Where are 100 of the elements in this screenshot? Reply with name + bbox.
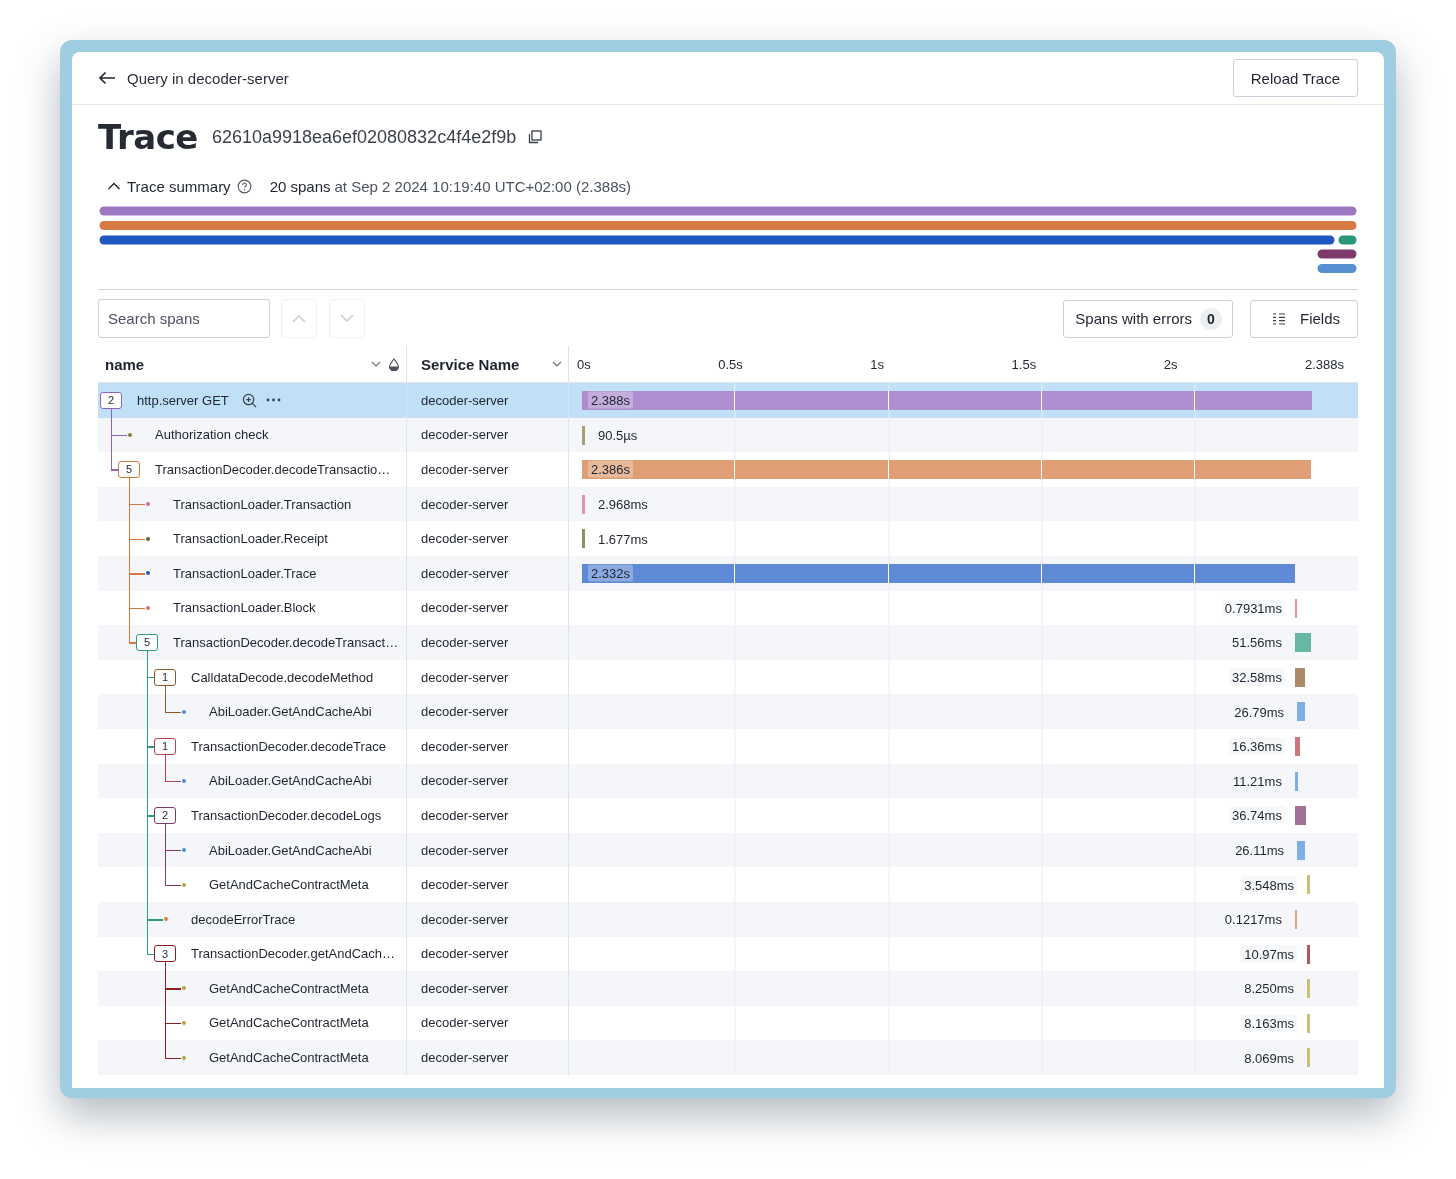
span-name: TransactionDecoder.decodeTransact… — [173, 634, 399, 650]
span-duration: 2.332s — [588, 564, 634, 582]
child-count-badge[interactable]: 3 — [154, 945, 176, 963]
span-bar[interactable] — [582, 529, 585, 549]
span-name: GetAndCacheContractMeta — [209, 1015, 369, 1031]
span-duration: 1.677ms — [597, 530, 649, 548]
span-duration: 36.74ms — [1229, 806, 1285, 824]
span-duration: 10.97ms — [1241, 945, 1298, 963]
span-name: TransactionLoader.Trace — [173, 565, 317, 581]
spans-with-errors-button[interactable]: Spans with errors 0 — [1063, 299, 1233, 338]
trace-id: 62610a9918ea6ef02080832c4f4e2f9b — [211, 126, 517, 148]
span-bar[interactable] — [1294, 736, 1300, 756]
service-name: decoder-server — [421, 392, 509, 408]
reload-trace-button[interactable]: Reload Trace — [1232, 59, 1358, 97]
fields-label: Fields — [1300, 310, 1340, 327]
span-bar[interactable] — [1294, 633, 1311, 653]
service-name: decoder-server — [421, 462, 509, 477]
span-duration: 3.548ms — [1241, 876, 1298, 894]
span-name: AbiLoader.GetAndCacheAbi — [209, 842, 372, 858]
time-axis-tick: 1s — [870, 356, 885, 372]
span-bar[interactable] — [582, 460, 1312, 480]
service-name: decoder-server — [421, 634, 509, 650]
span-name: GetAndCacheContractMeta — [209, 877, 369, 893]
child-count-badge[interactable]: 1 — [154, 737, 176, 755]
span-duration: 2.968ms — [597, 495, 649, 513]
span-name: TransactionLoader.Block — [173, 600, 316, 616]
chevron-down-icon[interactable] — [371, 360, 381, 368]
span-bar[interactable] — [1307, 944, 1311, 964]
span-bar[interactable] — [1297, 702, 1306, 722]
span-bar[interactable] — [582, 563, 1295, 583]
service-name: decoder-server — [421, 842, 509, 858]
chevron-up-icon — [292, 314, 306, 323]
child-count-badge[interactable]: 2 — [154, 806, 176, 824]
span-duration: 16.36ms — [1229, 737, 1285, 755]
errors-label: Spans with errors — [1075, 310, 1192, 327]
back-link[interactable]: Query in decoder-server — [127, 69, 289, 87]
chevron-icon[interactable] — [107, 181, 121, 191]
child-count-badge[interactable]: 5 — [118, 461, 140, 478]
fields-button[interactable]: Fields — [1250, 299, 1358, 338]
service-name: decoder-server — [421, 600, 509, 616]
span-duration: 32.58ms — [1229, 668, 1285, 686]
contrast-icon[interactable] — [388, 357, 400, 371]
copy-icon[interactable] — [528, 130, 543, 144]
child-count-badge[interactable]: 2 — [100, 391, 122, 409]
child-count-badge[interactable]: 5 — [136, 633, 158, 651]
span-duration: 8.163ms — [1241, 1014, 1298, 1032]
service-name: decoder-server — [421, 669, 509, 685]
service-name: decoder-server — [421, 877, 509, 893]
span-duration: 2.388s — [588, 391, 634, 409]
span-name: TransactionLoader.Transaction — [173, 496, 352, 512]
span-name: AbiLoader.GetAndCacheAbi — [209, 773, 372, 789]
search-field[interactable]: Search spans — [98, 299, 270, 338]
help-icon[interactable] — [236, 178, 252, 194]
child-count-badge[interactable]: 1 — [154, 668, 176, 686]
span-bar[interactable] — [582, 494, 585, 514]
span-row[interactable]: Authorization check decoder-server 90.5µs — [98, 417, 1358, 453]
service-name: decoder-server — [421, 980, 509, 996]
back-arrow-icon[interactable] — [98, 71, 116, 85]
chevron-down-icon[interactable] — [552, 360, 562, 368]
time-axis-tick: 1.5s — [1011, 356, 1037, 372]
service-name: decoder-server — [421, 946, 509, 962]
span-name: AbiLoader.GetAndCacheAbi — [209, 704, 372, 720]
error-count-badge: 0 — [1200, 307, 1222, 330]
column-header[interactable]: name — [105, 355, 364, 373]
span-name: TransactionDecoder.decodeLogs — [191, 807, 382, 823]
service-name: decoder-server — [421, 531, 509, 547]
span-name: CalldataDecode.decodeMethod — [191, 669, 374, 685]
span-bar[interactable] — [1294, 909, 1298, 929]
service-name: decoder-server — [421, 773, 509, 789]
service-name: decoder-server — [421, 807, 509, 823]
column-header[interactable]: Service Name — [421, 355, 520, 373]
trace-summary-toggle[interactable]: Trace summary — [127, 177, 231, 195]
list-icon — [1272, 311, 1286, 326]
service-name: decoder-server — [421, 738, 509, 754]
span-name: TransactionDecoder.getAndCach… — [191, 946, 396, 962]
span-count: 20 spans — [269, 177, 331, 195]
span-duration: 0.7931ms — [1221, 599, 1285, 617]
service-name: decoder-server — [421, 704, 509, 720]
chevron-down-icon — [340, 314, 354, 323]
span-bar[interactable] — [1294, 598, 1298, 618]
span-duration: 2.386s — [588, 461, 634, 478]
span-bar[interactable] — [1294, 806, 1307, 826]
span-name: GetAndCacheContractMeta — [209, 1050, 369, 1066]
span-row[interactable]: TransactionLoader.Transaction decoder-server 2.968ms — [98, 486, 1358, 522]
span-row[interactable]: TransactionLoader.Trace decoder-server 2.332s — [98, 555, 1358, 591]
time-axis-tick: 2.388s — [1304, 356, 1344, 372]
span-row[interactable]: 2 http.server GET decoder-server 2.388s — [98, 383, 1358, 418]
page-title: Trace — [98, 117, 198, 157]
span-name: TransactionDecoder.decodeTransactio… — [155, 462, 391, 477]
time-axis-tick: 0s — [577, 356, 591, 372]
service-name: decoder-server — [421, 496, 509, 512]
service-name: decoder-server — [421, 911, 509, 927]
more-icon[interactable] — [265, 398, 281, 403]
span-bar[interactable] — [1294, 771, 1299, 791]
span-bar[interactable] — [1294, 667, 1305, 687]
span-bar[interactable] — [1297, 840, 1305, 860]
span-bar[interactable] — [582, 425, 585, 445]
service-name: decoder-server — [421, 427, 509, 443]
zoom-in-icon[interactable] — [241, 392, 257, 408]
trace-start-time: at Sep 2 2024 10:19:40 UTC+02:00 (2.388s) — [334, 177, 631, 195]
